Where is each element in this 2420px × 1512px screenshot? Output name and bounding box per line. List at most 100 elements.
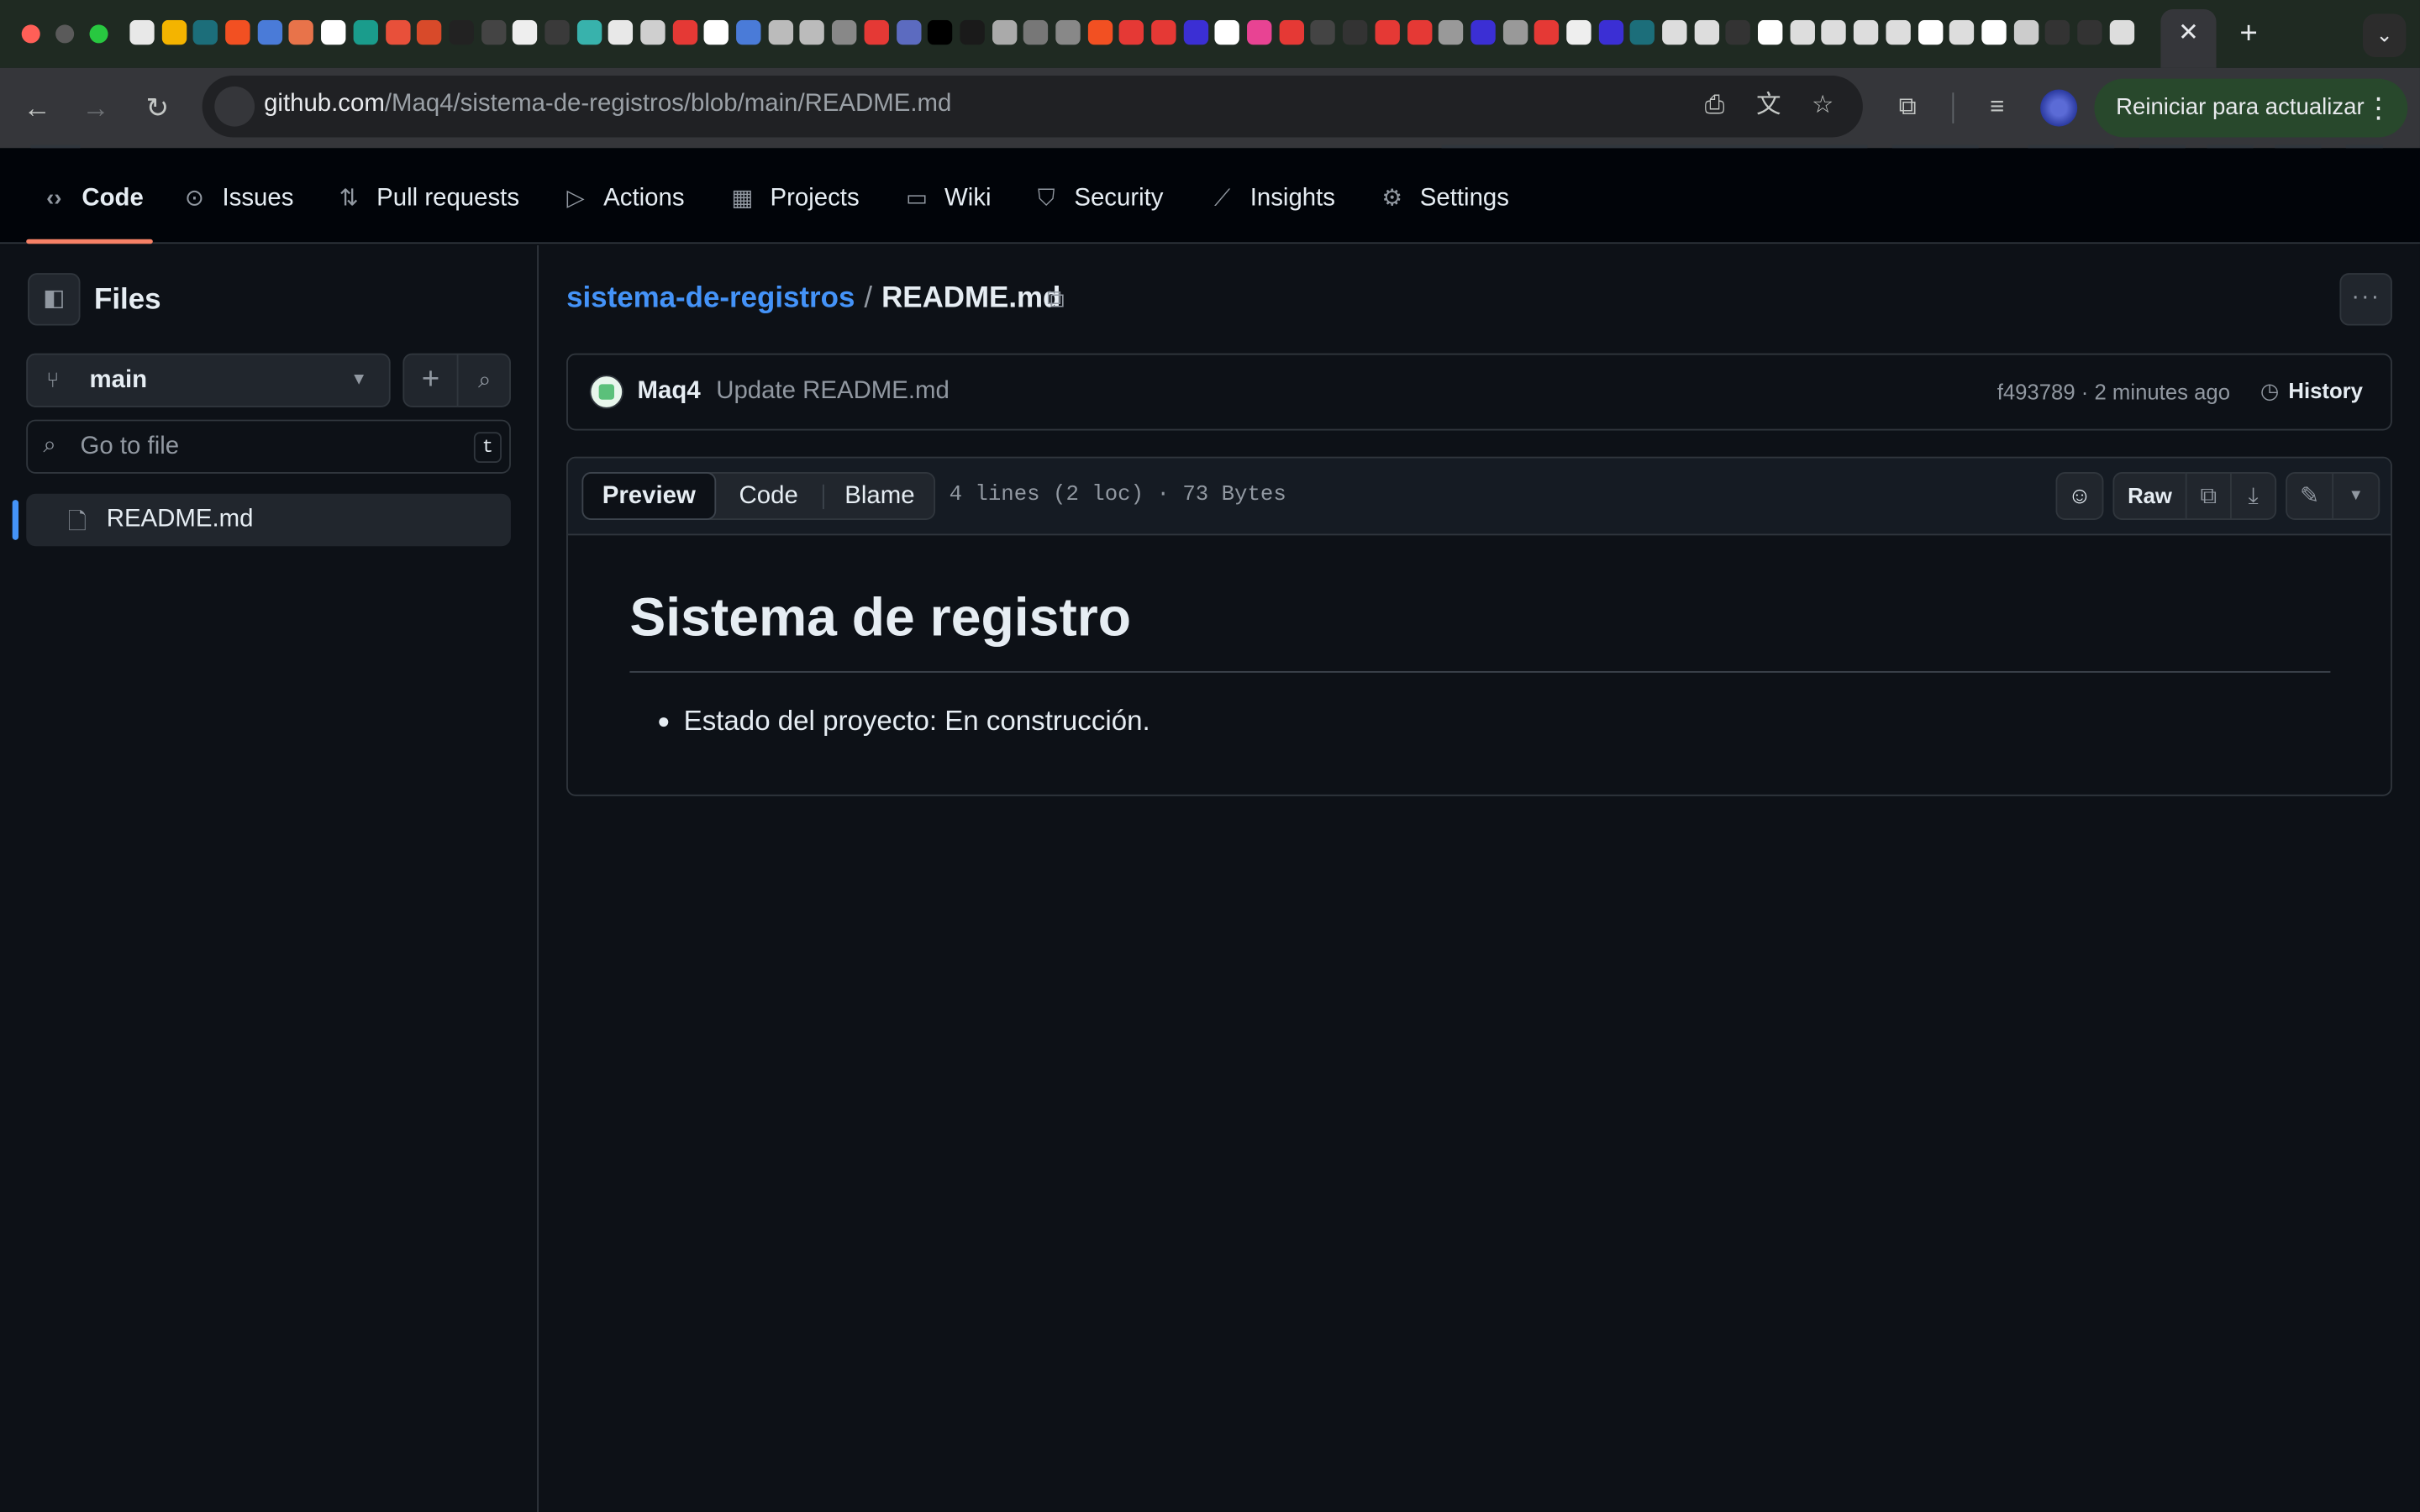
tab-favicon[interactable]: [704, 19, 729, 45]
tab-favicon[interactable]: [928, 19, 953, 45]
tab-favicon[interactable]: [992, 19, 1017, 45]
tab-favicon[interactable]: [1726, 19, 1751, 45]
extensions-icon[interactable]: ⧉: [1889, 90, 1926, 127]
tab-favicon[interactable]: [1694, 19, 1719, 45]
tab-favicon[interactable]: [1854, 19, 1879, 45]
tab-code[interactable]: ‹› Code: [40, 182, 144, 216]
search-icon[interactable]: ⌕: [458, 354, 510, 406]
tab-favicon[interactable]: [1343, 19, 1368, 45]
tab-favicon[interactable]: [161, 19, 187, 45]
tab-favicon[interactable]: [864, 19, 889, 45]
breadcrumb-repo-link[interactable]: sistema-de-registros: [566, 282, 855, 315]
tab-favicon[interactable]: [1630, 19, 1655, 45]
update-button[interactable]: Reiniciar para actualizar ⋮: [2094, 78, 2408, 138]
tab-favicon[interactable]: [736, 19, 761, 45]
tab-favicon[interactable]: [353, 19, 378, 45]
more-options-icon[interactable]: ···: [2339, 273, 2392, 326]
tab-favicon[interactable]: [960, 19, 985, 45]
tab-issues[interactable]: ⊙ Issues: [181, 182, 294, 216]
tab-favicon[interactable]: [1119, 19, 1144, 45]
pencil-icon[interactable]: ✎: [2286, 472, 2334, 520]
new-tab-button[interactable]: +: [2232, 17, 2265, 50]
tab-favicon[interactable]: [417, 19, 442, 45]
translate-icon[interactable]: 文: [1753, 91, 1784, 122]
close-window-button[interactable]: [21, 24, 40, 44]
tab-favicon[interactable]: [1598, 19, 1623, 45]
fullscreen-window-button[interactable]: [89, 24, 108, 44]
minimize-window-button[interactable]: [55, 24, 75, 44]
chevron-down-icon[interactable]: ▼: [2332, 472, 2381, 520]
address-bar[interactable]: github.com/Maq4/sistema-de-registros/blo…: [202, 75, 1863, 138]
avatar[interactable]: [589, 375, 624, 409]
tab-favicon[interactable]: [768, 19, 793, 45]
history-button[interactable]: ◷ History: [2260, 378, 2363, 404]
tab-favicon[interactable]: [449, 19, 474, 45]
back-arrow-icon[interactable]: ←: [18, 90, 55, 127]
tab-favicon[interactable]: [1151, 19, 1176, 45]
tab-favicon[interactable]: [1981, 19, 2007, 45]
tab-wiki[interactable]: ▭ Wiki: [902, 182, 992, 216]
tab-insights[interactable]: ⟋ Insights: [1208, 182, 1335, 216]
tab-favicon[interactable]: [1502, 19, 1528, 45]
tab-favicon[interactable]: [1949, 19, 1975, 45]
tab-favicon[interactable]: [1215, 19, 1240, 45]
tab-favicon[interactable]: [257, 19, 282, 45]
tab-favicon[interactable]: [672, 19, 697, 45]
tab-security[interactable]: ⛉ Security: [1033, 182, 1164, 216]
tab-favicon[interactable]: [2077, 19, 2102, 45]
tab-favicon[interactable]: [1311, 19, 1336, 45]
tab-favicon[interactable]: [2109, 19, 2134, 45]
tab-favicon[interactable]: [513, 19, 538, 45]
tab-favicon[interactable]: [1439, 19, 1464, 45]
copilot-icon[interactable]: ☺: [2055, 472, 2104, 520]
tree-item-readme[interactable]: 🗋 README.md: [26, 493, 511, 547]
tab-favicon[interactable]: [1247, 19, 1272, 45]
tab-favicon[interactable]: [289, 19, 314, 45]
tab-preview[interactable]: Preview: [581, 472, 717, 520]
tab-favicon[interactable]: [1790, 19, 1815, 45]
tab-actions[interactable]: ▷ Actions: [562, 182, 684, 216]
tab-favicon[interactable]: [608, 19, 634, 45]
site-info-icon[interactable]: [214, 86, 255, 127]
tab-settings[interactable]: ⚙ Settings: [1378, 182, 1509, 216]
tab-favicon[interactable]: [2045, 19, 2070, 45]
tab-favicon[interactable]: [832, 19, 857, 45]
branch-selector[interactable]: ⑂ main ▼: [26, 353, 391, 407]
url-text[interactable]: github.com/Maq4/sistema-de-registros/blo…: [264, 91, 951, 118]
tab-favicon[interactable]: [1375, 19, 1400, 45]
tab-favicon[interactable]: [225, 19, 250, 45]
tab-favicon[interactable]: [481, 19, 506, 45]
tab-code-view[interactable]: Code: [716, 474, 821, 518]
tab-search-button[interactable]: ⌄: [2362, 13, 2407, 57]
tab-favicon[interactable]: [1183, 19, 1208, 45]
profile-avatar[interactable]: [2040, 89, 2078, 127]
tab-favicon[interactable]: [1822, 19, 1847, 45]
copy-icon[interactable]: ⧉: [1039, 284, 1072, 318]
commit-message[interactable]: Update README.md: [716, 378, 950, 406]
tab-favicon[interactable]: [800, 19, 825, 45]
bookmark-star-icon[interactable]: ☆: [1807, 91, 1839, 122]
download-icon[interactable]: ⤓: [2230, 472, 2277, 520]
tab-favicon[interactable]: [544, 19, 570, 45]
tab-favicon[interactable]: [1055, 19, 1081, 45]
close-tab-icon[interactable]: ✕: [2176, 18, 2201, 50]
tab-pull-requests[interactable]: ⇅ Pull requests: [335, 182, 520, 216]
add-file-button[interactable]: +: [404, 354, 456, 406]
tab-favicon[interactable]: [1662, 19, 1687, 45]
tab-favicon[interactable]: [1087, 19, 1113, 45]
commit-meta[interactable]: f493789 · 2 minutes ago: [1997, 380, 2230, 404]
tab-favicon[interactable]: [640, 19, 666, 45]
raw-button[interactable]: Raw: [2112, 472, 2187, 520]
go-to-file-input[interactable]: [80, 430, 451, 465]
tab-favicon[interactable]: [1534, 19, 1560, 45]
tab-projects[interactable]: ▦ Projects: [729, 182, 859, 216]
install-app-icon[interactable]: ⎙: [1699, 91, 1730, 122]
tab-favicon[interactable]: [1566, 19, 1591, 45]
tab-favicon[interactable]: [1023, 19, 1049, 45]
tab-favicon[interactable]: [1279, 19, 1304, 45]
copy-raw-icon[interactable]: ⧉: [2185, 472, 2232, 520]
tab-favicon[interactable]: [385, 19, 410, 45]
tab-favicon[interactable]: [129, 19, 155, 45]
media-controls-icon[interactable]: ≡: [1979, 90, 2016, 127]
tab-favicon[interactable]: [193, 19, 218, 45]
